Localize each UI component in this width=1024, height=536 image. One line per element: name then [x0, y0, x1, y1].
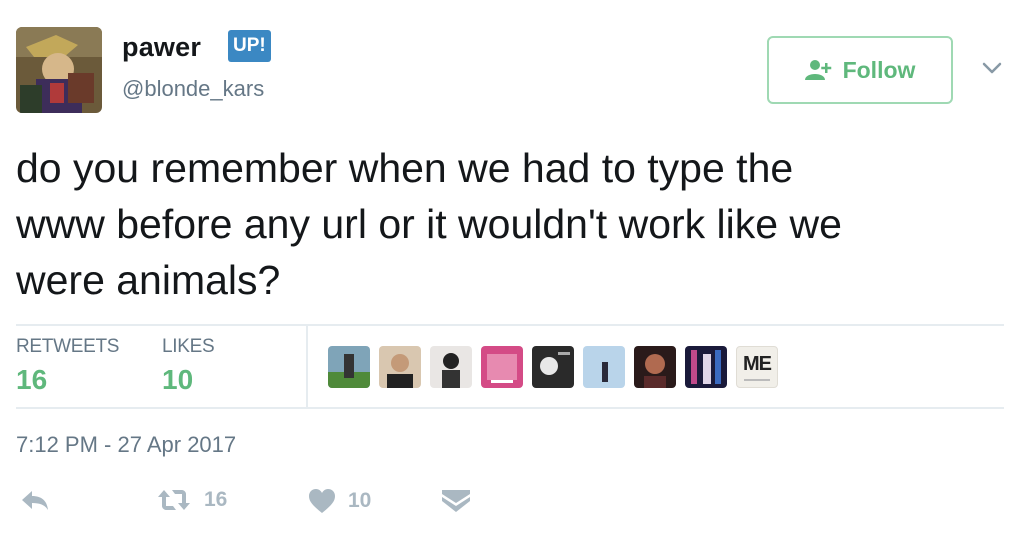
heart-icon: [309, 489, 335, 513]
liker-avatar[interactable]: [583, 346, 625, 388]
retweet-button[interactable]: 16: [156, 488, 227, 512]
chevron-down-icon[interactable]: [980, 58, 1004, 78]
follow-button[interactable]: Follow: [767, 36, 953, 104]
reply-icon: [22, 491, 48, 510]
liker-avatar-me[interactable]: ME: [736, 346, 778, 388]
user-handle[interactable]: @blonde_kars: [122, 76, 264, 102]
follow-label: Follow: [842, 56, 916, 83]
user-avatar[interactable]: [16, 27, 102, 113]
likes-label: LIKES: [162, 336, 215, 357]
likers-avatars: ME: [328, 346, 787, 388]
divider: [16, 324, 1004, 326]
direct-message-icon: [442, 490, 470, 512]
liker-avatar[interactable]: [430, 346, 472, 388]
liker-avatar[interactable]: [685, 346, 727, 388]
direct-message-button[interactable]: [440, 488, 472, 514]
retweets-count: 16: [16, 364, 48, 395]
liker-avatar[interactable]: [379, 346, 421, 388]
tweet-line: www before any url or it wouldn't work l…: [16, 201, 842, 247]
display-name[interactable]: pawer: [122, 32, 201, 63]
like-count: 10: [348, 489, 372, 512]
tweet-timestamp[interactable]: 7:12 PM - 27 Apr 2017: [16, 432, 236, 458]
reply-button[interactable]: [20, 488, 50, 512]
tweet-line: do you remember when we had to type the: [16, 145, 794, 191]
divider: [16, 407, 1004, 409]
me-label: ME: [743, 353, 772, 375]
liker-avatar[interactable]: [532, 346, 574, 388]
retweets-label: RETWEETS: [16, 336, 120, 357]
tweet-actions: 16 10: [16, 488, 516, 522]
follow-person-icon: [804, 60, 831, 80]
stats-divider: [306, 326, 308, 407]
liker-avatar[interactable]: [634, 346, 676, 388]
retweet-count: 16: [204, 488, 228, 511]
retweets-stat[interactable]: RETWEETS 16: [16, 336, 119, 396]
like-button[interactable]: 10: [308, 488, 371, 514]
liker-avatar[interactable]: [328, 346, 370, 388]
up-badge: UP!: [228, 30, 271, 62]
likes-stat[interactable]: LIKES 10: [162, 336, 215, 396]
tweet-text: do you remember when we had to type the …: [16, 140, 996, 308]
liker-avatar[interactable]: [481, 346, 523, 388]
tweet-line: were animals?: [16, 257, 281, 303]
likes-count: 10: [162, 364, 194, 395]
retweet-icon: [158, 490, 190, 510]
